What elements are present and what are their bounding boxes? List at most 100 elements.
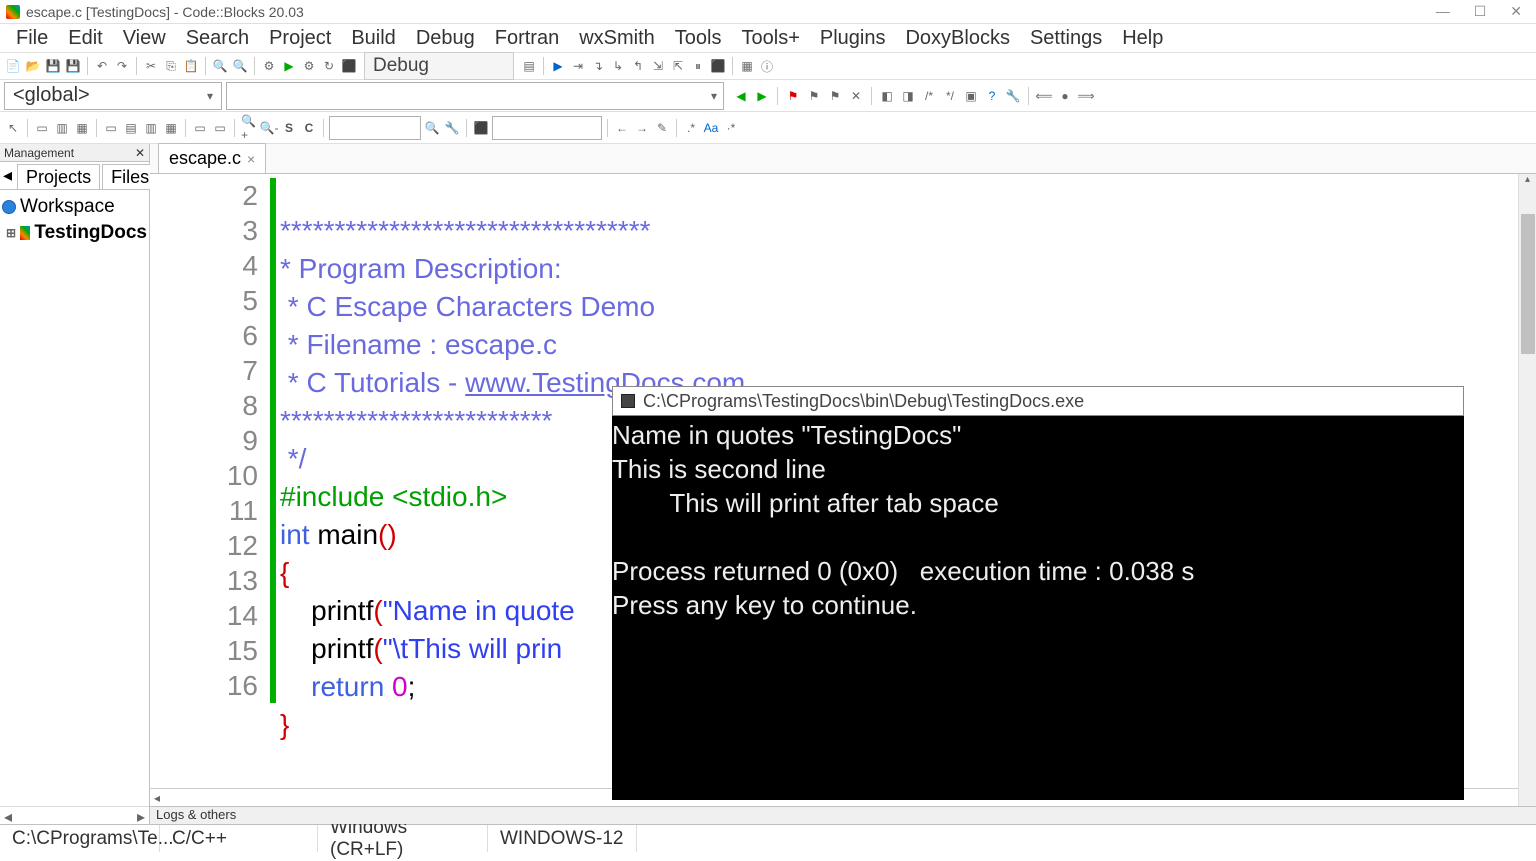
expand-icon[interactable]: ⊞ (6, 226, 16, 240)
save-icon[interactable]: 💾 (44, 57, 62, 75)
tab-projects[interactable]: Projects (17, 164, 100, 189)
menu-file[interactable]: File (6, 25, 58, 52)
cut-icon[interactable]: ✂ (142, 57, 160, 75)
search-opts-icon[interactable]: 🔧 (443, 119, 461, 137)
project-node[interactable]: ⊞ TestingDocs (2, 220, 147, 246)
doxy-icon2[interactable]: ◨ (899, 87, 917, 105)
menu-settings[interactable]: Settings (1020, 25, 1112, 52)
step-into-icon[interactable]: ↳ (609, 57, 627, 75)
replace-icon[interactable]: 🔍 (231, 57, 249, 75)
next-bookmark-icon[interactable]: ⚑ (826, 87, 844, 105)
run-icon[interactable]: ▶ (280, 57, 298, 75)
vertical-scrollbar[interactable]: ▴ (1518, 174, 1536, 806)
zoom-in-icon[interactable]: 🔍+ (240, 119, 258, 137)
layout-icon6[interactable]: ▥ (142, 119, 160, 137)
layout-icon8[interactable]: ▭ (191, 119, 209, 137)
debug-continue-icon[interactable]: ▶ (549, 57, 567, 75)
nav-back-icon[interactable]: ◀ (732, 87, 750, 105)
bookmark-icon[interactable]: ⚑ (784, 87, 802, 105)
find-icon[interactable]: 🔍 (211, 57, 229, 75)
prev-bookmark-icon[interactable]: ⚑ (805, 87, 823, 105)
new-file-icon[interactable]: 📄 (4, 57, 22, 75)
build-target-dropdown[interactable]: Debug (364, 52, 514, 80)
minimize-button[interactable]: — (1436, 3, 1450, 20)
info-icon[interactable]: ⓘ (758, 57, 776, 75)
maximize-button[interactable]: ☐ (1474, 3, 1487, 20)
doxy-help-icon[interactable]: ? (983, 87, 1001, 105)
layout-icon2[interactable]: ▥ (53, 119, 71, 137)
menu-help[interactable]: Help (1112, 25, 1173, 52)
workspace-node[interactable]: Workspace (2, 194, 147, 220)
menu-debug[interactable]: Debug (406, 25, 485, 52)
next-instr-icon[interactable]: ⇲ (649, 57, 667, 75)
search-input-2[interactable] (492, 116, 602, 140)
tab-scroll-left-icon[interactable]: ◂ (0, 165, 15, 186)
layout-icon7[interactable]: ▦ (162, 119, 180, 137)
layout-icon1[interactable]: ▭ (33, 119, 51, 137)
doxy-config-icon[interactable]: 🔧 (1004, 87, 1022, 105)
open-file-icon[interactable]: 📂 (24, 57, 42, 75)
jump-fwd-icon[interactable]: ⟹ (1077, 87, 1095, 105)
build-icon[interactable]: ⚙ (260, 57, 278, 75)
letter-c-icon[interactable]: C (300, 119, 318, 137)
layout-icon5[interactable]: ▤ (122, 119, 140, 137)
debug-windows-icon[interactable]: ▦ (738, 57, 756, 75)
hl-next-icon[interactable]: → (633, 119, 651, 137)
paste-icon[interactable]: 📋 (182, 57, 200, 75)
save-all-icon[interactable]: 💾 (64, 57, 82, 75)
abort-icon[interactable]: ⬛ (340, 57, 358, 75)
management-close-icon[interactable]: ✕ (135, 146, 145, 160)
close-button[interactable]: ✕ (1510, 3, 1522, 20)
toolbar-icon[interactable]: ▤ (520, 57, 538, 75)
redo-icon[interactable]: ↷ (113, 57, 131, 75)
hl-marker-icon[interactable]: ✎ (653, 119, 671, 137)
undo-icon[interactable]: ↶ (93, 57, 111, 75)
scrollbar-thumb[interactable] (1521, 214, 1535, 354)
copy-icon[interactable]: ⎘ (162, 57, 180, 75)
doxy-run-icon[interactable]: ▣ (962, 87, 980, 105)
menu-edit[interactable]: Edit (58, 25, 112, 52)
sidebar-scroll[interactable]: ◂▸ (0, 806, 149, 824)
layout-icon3[interactable]: ▦ (73, 119, 91, 137)
menu-wxsmith[interactable]: wxSmith (569, 25, 665, 52)
layout-icon4[interactable]: ▭ (102, 119, 120, 137)
whole-word-icon[interactable]: ·* (722, 119, 740, 137)
step-out-icon[interactable]: ↰ (629, 57, 647, 75)
run-to-cursor-icon[interactable]: ⇥ (569, 57, 587, 75)
search-input-1[interactable] (329, 116, 421, 140)
regex-icon[interactable]: .* (682, 119, 700, 137)
letter-s-icon[interactable]: S (280, 119, 298, 137)
step-instr-icon[interactable]: ⇱ (669, 57, 687, 75)
search-go-icon[interactable]: 🔍 (423, 119, 441, 137)
doxy-icon[interactable]: ◧ (878, 87, 896, 105)
build-run-icon[interactable]: ⚙ (300, 57, 318, 75)
menu-doxyblocks[interactable]: DoxyBlocks (895, 25, 1019, 52)
logs-panel-header[interactable]: Logs & others (150, 806, 1536, 824)
menu-tools[interactable]: Tools (665, 25, 732, 52)
comment-block-icon[interactable]: /* (920, 87, 938, 105)
nav-forward-icon[interactable]: ▶ (753, 87, 771, 105)
menu-search[interactable]: Search (176, 25, 259, 52)
comment-line-icon[interactable]: */ (941, 87, 959, 105)
menu-view[interactable]: View (113, 25, 176, 52)
file-tab-escape[interactable]: escape.c × (158, 143, 266, 173)
symbol-dropdown[interactable]: ▾ (226, 82, 724, 110)
layout-icon9[interactable]: ▭ (211, 119, 229, 137)
clear-bookmark-icon[interactable]: ✕ (847, 87, 865, 105)
stop-debug-icon[interactable]: ⬛ (709, 57, 727, 75)
menu-project[interactable]: Project (259, 25, 341, 52)
scope-dropdown[interactable]: <global> ▾ (4, 82, 222, 110)
jump-back-icon[interactable]: ⟸ (1035, 87, 1053, 105)
menu-fortran[interactable]: Fortran (485, 25, 569, 52)
abort2-icon[interactable]: ⬛ (472, 119, 490, 137)
menu-plugins[interactable]: Plugins (810, 25, 896, 52)
rebuild-icon[interactable]: ↻ (320, 57, 338, 75)
hl-prev-icon[interactable]: ← (613, 119, 631, 137)
next-line-icon[interactable]: ↴ (589, 57, 607, 75)
jump-here-icon[interactable]: ● (1056, 87, 1074, 105)
select-icon[interactable]: ↖ (4, 119, 22, 137)
menu-toolsplus[interactable]: Tools+ (732, 25, 810, 52)
console-titlebar[interactable]: C:\CPrograms\TestingDocs\bin\Debug\Testi… (612, 386, 1464, 416)
close-tab-icon[interactable]: × (247, 151, 255, 167)
break-icon[interactable]: ⏸ (689, 57, 707, 75)
